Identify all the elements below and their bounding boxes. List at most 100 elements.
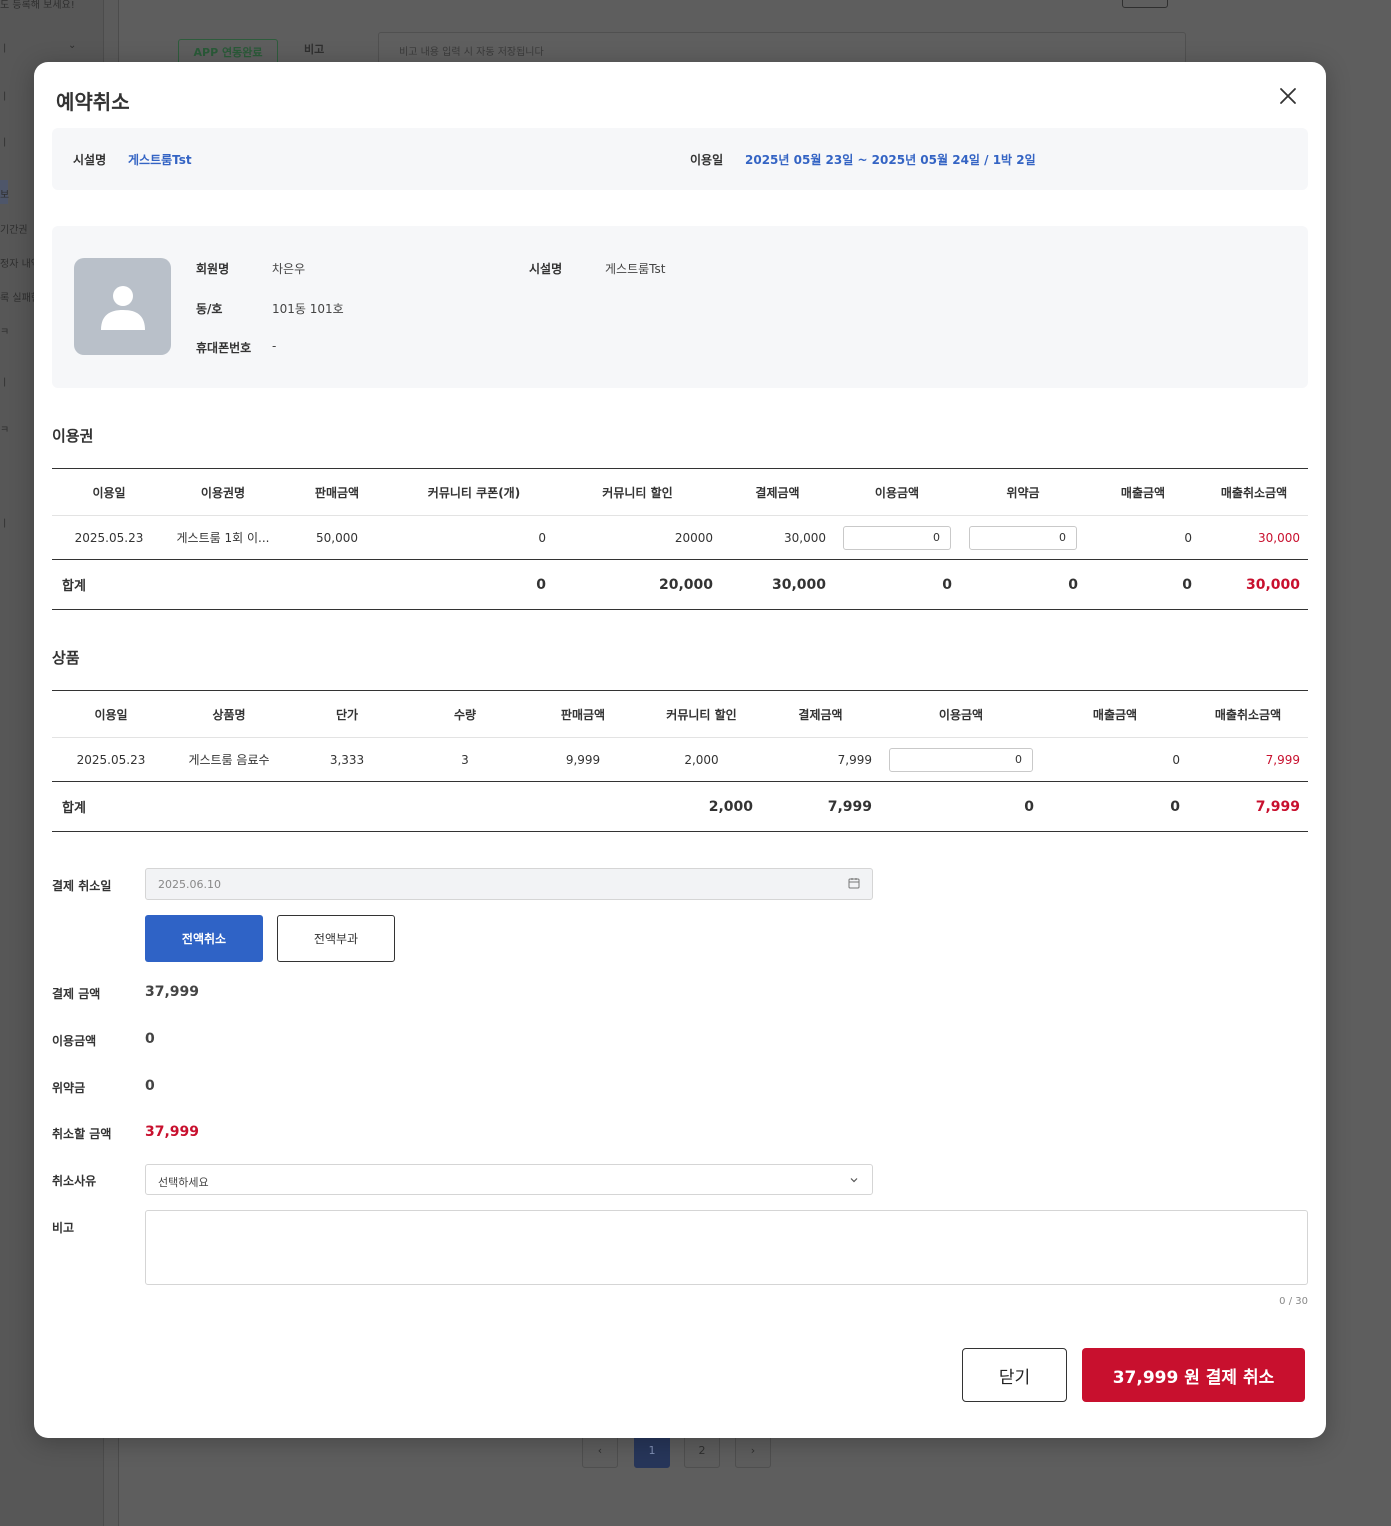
background-note-label: 비고 <box>304 43 325 56</box>
member-facility-value: 게스트룸Tst <box>605 262 666 276</box>
member-phone-value: - <box>272 339 277 353</box>
member-phone-label: 휴대폰번호 <box>196 341 252 355</box>
product-usage-cell <box>880 738 1042 782</box>
ticket-usage-input[interactable] <box>843 525 951 550</box>
table-row: 2025.05.23 게스트룸 음료수 3,333 3 9,999 2,000 … <box>52 738 1308 782</box>
background-sidebar-item: ㅣ <box>0 92 10 103</box>
background-sidebar-item: 보 <box>0 190 10 201</box>
column-header: 매출금액 <box>1042 690 1188 738</box>
background-sidebar-item: ㅋ <box>0 327 10 338</box>
background-note-input: 비고 내용 입력 시 자동 저장됩니다 <box>378 32 1186 64</box>
member-unit-label: 동/호 <box>196 302 223 316</box>
cancel-reason-value: 선택하세요 <box>158 1176 209 1189</box>
column-header: 이용금액 <box>834 468 960 516</box>
total-revenue: 0 <box>1042 781 1188 832</box>
full-cancel-button[interactable]: 전액취소 <box>145 915 263 962</box>
reservation-cancel-modal: 예약취소 시설명 게스트룸Tst 이용일 2025년 05월 23일 ~ 202… <box>34 62 1326 1438</box>
total-paid: 7,999 <box>761 781 880 832</box>
usage-date-value: 2025년 05월 23일 ~ 2025년 05월 24일 / 1박 2일 <box>745 153 1036 167</box>
usage-date-label: 이용일 <box>690 153 724 167</box>
user-placeholder-icon <box>101 286 145 330</box>
confirm-payment-cancel-button[interactable]: 37,999 원 결제 취소 <box>1082 1348 1305 1402</box>
member-name-label: 회원명 <box>196 262 230 276</box>
cancel-date-field[interactable]: 2025.06.10 <box>145 868 873 900</box>
product-table: 이용일 상품명 단가 수량 판매금액 커뮤니티 할인 결제금액 이용금액 매출금… <box>52 690 1308 832</box>
table-row: 2025.05.23 게스트룸 1회 이... 50,000 0 20000 3… <box>52 516 1308 560</box>
member-name-value: 차은우 <box>272 262 306 276</box>
background-sidebar-item: 기간권 <box>0 225 28 236</box>
product-revenue-cell: 0 <box>1172 752 1180 767</box>
column-header: 커뮤니티 할인 <box>642 690 761 738</box>
facility-info-box: 시설명 게스트룸Tst 이용일 2025년 05월 23일 ~ 2025년 05… <box>52 128 1308 190</box>
chevron-down-icon: ⌄ <box>68 40 77 51</box>
column-header: 이용금액 <box>880 690 1042 738</box>
total-discount: 2,000 <box>642 781 761 832</box>
total-revenue: 0 <box>1086 559 1200 610</box>
total-cancel: 30,000 <box>1200 559 1308 610</box>
background-sidebar-item: ㅣ <box>0 519 10 530</box>
background-top-button <box>1122 0 1168 8</box>
background-sidebar-item: ㅣ <box>0 378 10 389</box>
column-header: 결제금액 <box>721 468 834 516</box>
member-facility-label: 시설명 <box>529 262 563 276</box>
ticket-discount-cell: 20000 <box>674 530 713 545</box>
total-paid: 30,000 <box>721 559 834 610</box>
product-usage-input[interactable] <box>889 747 1033 772</box>
refund-amount-label: 취소할 금액 <box>52 1127 112 1141</box>
usage-amount-value: 0 <box>145 1031 155 1047</box>
ticket-penalty-input[interactable] <box>969 525 1077 550</box>
usage-amount-label: 이용금액 <box>52 1034 97 1048</box>
total-usage: 0 <box>834 559 960 610</box>
close-modal-button[interactable]: 닫기 <box>962 1348 1067 1402</box>
column-header: 판매금액 <box>524 690 642 738</box>
background-top-text: 도 등록해 보세요! <box>0 0 75 11</box>
full-charge-button[interactable]: 전액부과 <box>277 915 395 962</box>
member-info-box: 회원명 차은우 시설명 게스트룸Tst 동/호 101동 101호 휴대폰번호 … <box>52 226 1308 388</box>
cancel-reason-label: 취소사유 <box>52 1174 97 1188</box>
column-header: 이용일 <box>52 468 166 516</box>
background-sidebar-item: ㅣ <box>0 44 10 55</box>
ticket-sale-cell: 50,000 <box>316 530 358 545</box>
ticket-penalty-cell <box>960 516 1086 560</box>
close-icon <box>1280 88 1296 104</box>
column-header: 결제금액 <box>761 690 880 738</box>
product-cancel-cell: 7,999 <box>1265 752 1300 767</box>
ticket-revenue-cell: 0 <box>1184 530 1192 545</box>
ticket-section-title: 이용권 <box>52 427 94 445</box>
column-header: 커뮤니티 할인 <box>554 468 721 516</box>
avatar <box>74 258 171 355</box>
ticket-table-header: 이용일 이용권명 판매금액 커뮤니티 쿠폰(개) 커뮤니티 할인 결제금액 이용… <box>52 468 1308 516</box>
total-cancel: 7,999 <box>1188 781 1308 832</box>
total-label: 합계 <box>52 781 170 832</box>
product-name-cell: 게스트룸 음료수 <box>188 753 270 767</box>
background-sidebar-item: ㅋ <box>0 425 10 436</box>
column-header: 상품명 <box>170 690 288 738</box>
cancel-date-value: 2025.06.10 <box>158 878 221 891</box>
ticket-name-cell: 게스트룸 1회 이... <box>176 531 270 545</box>
product-sale-cell: 9,999 <box>565 752 601 767</box>
total-usage: 0 <box>880 781 1042 832</box>
chevron-down-icon <box>850 1178 858 1183</box>
column-header: 매출취소금액 <box>1188 690 1308 738</box>
product-discount-cell: 2,000 <box>684 752 719 767</box>
product-paid-cell: 7,999 <box>837 752 872 767</box>
member-unit-value: 101동 101호 <box>272 302 344 316</box>
penalty-value: 0 <box>145 1078 155 1094</box>
total-penalty: 0 <box>960 559 1086 610</box>
note-textarea[interactable] <box>145 1210 1308 1285</box>
note-char-counter: 0 / 30 <box>1279 1296 1308 1307</box>
column-header: 위약금 <box>960 468 1086 516</box>
column-header: 매출취소금액 <box>1200 468 1308 516</box>
facility-name-value: 게스트룸Tst <box>128 153 192 167</box>
ticket-usage-cell <box>834 516 960 560</box>
cancel-reason-select[interactable]: 선택하세요 <box>145 1164 873 1195</box>
column-header: 수량 <box>406 690 524 738</box>
note-label: 비고 <box>52 1221 75 1235</box>
product-table-header: 이용일 상품명 단가 수량 판매금액 커뮤니티 할인 결제금액 이용금액 매출금… <box>52 690 1308 738</box>
product-qty-cell: 3 <box>461 752 469 767</box>
close-button[interactable] <box>1274 82 1302 110</box>
ticket-cancel-cell: 30,000 <box>1258 530 1300 545</box>
column-header: 커뮤니티 쿠폰(개) <box>394 468 554 516</box>
ticket-total-row: 합계 0 20,000 30,000 0 0 0 30,000 <box>52 559 1308 610</box>
calendar-icon <box>848 878 860 889</box>
